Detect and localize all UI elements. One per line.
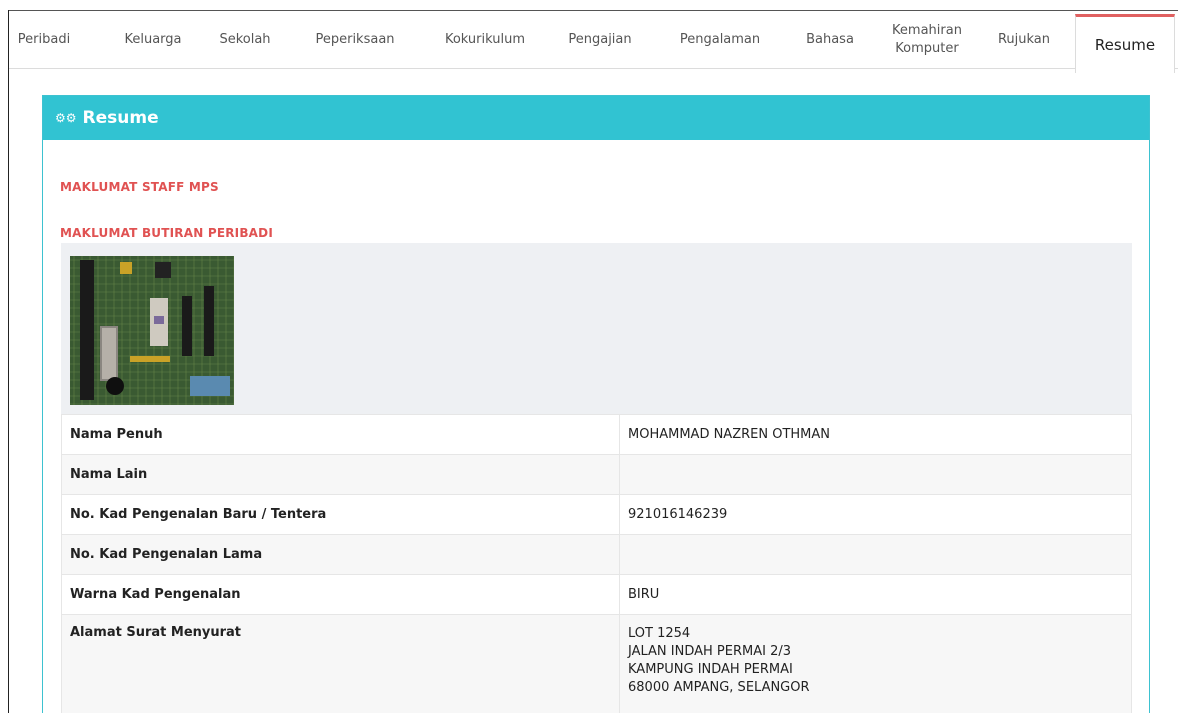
field-value: MOHAMMAD NAZREN OTHMAN — [619, 414, 1132, 455]
field-value: 921016146239 — [619, 494, 1132, 535]
tab-keluarga[interactable]: Keluarga — [109, 11, 197, 69]
panel-title: Resume — [82, 108, 159, 128]
tab-rujukan[interactable]: Rujukan — [989, 11, 1059, 69]
table-row: No. Kad Pengenalan Lama — [61, 534, 1132, 575]
field-label: No. Kad Pengenalan Baru / Tentera — [61, 494, 620, 535]
address-line: KAMPUNG INDAH PERMAI — [628, 662, 793, 677]
personal-info-table: Nama Penuh MOHAMMAD NAZREN OTHMAN Nama L… — [61, 414, 1132, 713]
tab-bahasa[interactable]: Bahasa — [795, 11, 865, 69]
window-left-border — [8, 10, 9, 713]
tab-bar: Peribadi Keluarga Sekolah Peperiksaan Ko… — [9, 11, 1178, 73]
tab-resume[interactable]: Resume — [1075, 14, 1175, 73]
table-row: Alamat Surat Menyurat LOT 1254 JALAN IND… — [61, 614, 1132, 713]
field-value — [619, 454, 1132, 495]
tab-sekolah[interactable]: Sekolah — [205, 11, 285, 69]
profile-photo — [70, 256, 234, 405]
tab-kemahiran-komputer[interactable]: Kemahiran Komputer — [879, 11, 975, 69]
field-label: Nama Lain — [61, 454, 620, 495]
field-label: Nama Penuh — [61, 414, 620, 455]
address-value: LOT 1254 JALAN INDAH PERMAI 2/3 KAMPUNG … — [619, 614, 1132, 713]
field-label: Alamat Surat Menyurat — [61, 614, 620, 713]
table-row: Nama Penuh MOHAMMAD NAZREN OTHMAN — [61, 414, 1132, 455]
field-value: BIRU — [619, 574, 1132, 615]
address-line: LOT 1254 — [628, 626, 691, 641]
field-label: No. Kad Pengenalan Lama — [61, 534, 620, 575]
field-value — [619, 534, 1132, 575]
field-label: Warna Kad Pengenalan — [61, 574, 620, 615]
section-heading-personal: MAKLUMAT BUTIRAN PERIBADI — [60, 226, 273, 240]
gears-icon: ⚙⚙ — [55, 111, 77, 125]
panel-header: ⚙⚙ Resume — [43, 96, 1149, 140]
tab-peribadi[interactable]: Peribadi — [9, 11, 79, 69]
table-row: Nama Lain — [61, 454, 1132, 495]
table-row: Warna Kad Pengenalan BIRU — [61, 574, 1132, 615]
address-line: JALAN INDAH PERMAI 2/3 — [628, 644, 792, 659]
tab-pengalaman[interactable]: Pengalaman — [670, 11, 770, 69]
photo-row — [61, 243, 1132, 414]
tab-kokurikulum[interactable]: Kokurikulum — [430, 11, 540, 69]
table-row: No. Kad Pengenalan Baru / Tentera 921016… — [61, 494, 1132, 535]
tab-pengajian[interactable]: Pengajian — [555, 11, 645, 69]
tab-peperiksaan[interactable]: Peperiksaan — [305, 11, 405, 69]
section-heading-staff: MAKLUMAT STAFF MPS — [60, 180, 219, 194]
address-line: 68000 AMPANG, SELANGOR — [628, 680, 810, 695]
